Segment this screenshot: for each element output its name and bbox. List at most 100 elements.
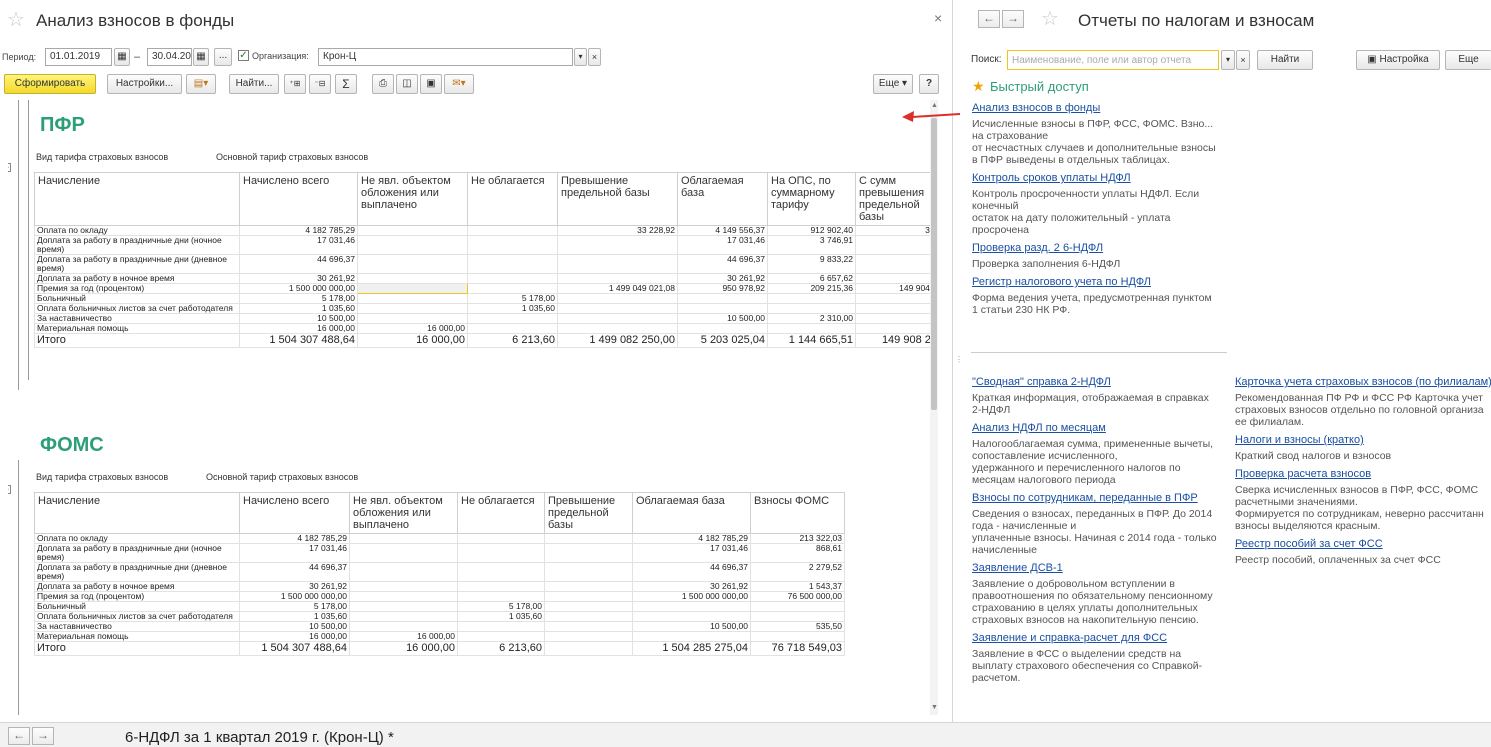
value-cell[interactable]: 4 182 785,29 <box>632 533 751 544</box>
value-cell[interactable] <box>557 313 678 324</box>
row-label-cell[interactable]: Доплата за работу в праздничные дни (ноч… <box>34 543 240 563</box>
value-cell[interactable] <box>544 591 633 602</box>
table-row[interactable]: Оплата по окладу 4 182 785,29 33 228,92 4 1… <box>34 225 930 236</box>
help-button[interactable]: ? <box>919 74 939 94</box>
table-row[interactable]: Доплата за работу в праздничные дни (ноч… <box>34 543 845 563</box>
value-cell[interactable]: 30 261,92 <box>239 273 358 284</box>
value-cell[interactable] <box>544 581 633 592</box>
table-row[interactable]: За наставничество 10 500,00 10 500,00 535,5… <box>34 621 845 632</box>
total-label-cell[interactable]: Итого <box>34 641 240 656</box>
total-value-cell[interactable]: 1 144 665,51 <box>767 333 856 348</box>
search-find-button[interactable]: Найти <box>1257 50 1313 70</box>
value-cell[interactable] <box>855 254 930 274</box>
value-cell[interactable] <box>750 611 845 622</box>
value-cell[interactable]: 912 902,40 <box>767 225 856 236</box>
row-label-cell[interactable]: Доплата за работу в ночное время <box>34 581 240 592</box>
value-cell[interactable]: 3 746,91 <box>767 235 856 255</box>
table-row[interactable]: Доплата за работу в ночное время 30 261,9… <box>34 273 930 284</box>
column-header[interactable]: Начисление <box>34 172 240 226</box>
report-link[interactable]: Заявление ДСВ-1 <box>972 562 1063 574</box>
value-cell[interactable]: 149 904 9 <box>855 283 930 294</box>
value-cell[interactable] <box>767 323 856 334</box>
period-select-button[interactable]: ... <box>214 48 232 66</box>
preview-button[interactable]: ◫ <box>396 74 418 94</box>
bottom-forward-button[interactable]: → <box>32 727 54 745</box>
report-link[interactable]: Проверка расчета взносов <box>1235 468 1371 480</box>
value-cell[interactable] <box>357 254 468 274</box>
value-cell[interactable]: 10 500,00 <box>239 313 358 324</box>
date-to-input[interactable]: 30.04.2019 <box>147 48 192 66</box>
table-row[interactable]: Больничный 5 178,00 5 178,00 <box>34 601 845 612</box>
value-cell[interactable]: 33 228,92 <box>557 225 678 236</box>
row-label-cell[interactable]: Доплата за работу в ночное время <box>34 273 240 284</box>
value-cell[interactable] <box>544 562 633 582</box>
value-cell[interactable] <box>349 562 458 582</box>
value-cell[interactable]: 2 279,52 <box>750 562 845 582</box>
row-label-cell[interactable]: Оплата по окладу <box>34 225 240 236</box>
favorite-star-icon[interactable]: ☆ <box>7 10 25 30</box>
value-cell[interactable] <box>357 283 468 294</box>
value-cell[interactable]: 44 696,37 <box>239 254 358 274</box>
value-cell[interactable]: 6 657,62 <box>767 273 856 284</box>
table-row[interactable]: Премия за год (процентом) 1 500 000 000,0… <box>34 591 845 602</box>
column-header[interactable]: Не облагается <box>457 492 545 534</box>
value-cell[interactable] <box>557 293 678 304</box>
value-cell[interactable]: 16 000,00 <box>239 323 358 334</box>
calendar-to-button[interactable]: ▦ <box>193 48 209 66</box>
value-cell[interactable] <box>632 631 751 642</box>
panel-settings-button[interactable]: ▣ Настройка <box>1356 50 1440 70</box>
column-header[interactable]: Начисление <box>34 492 240 534</box>
row-label-cell[interactable]: Доплата за работу в праздничные дни (ноч… <box>34 235 240 255</box>
collapse-group-icon[interactable]: − <box>8 485 11 494</box>
column-header[interactable]: Начислено всего <box>239 172 358 226</box>
value-cell[interactable] <box>467 323 558 334</box>
value-cell[interactable]: 1 500 000 000,00 <box>632 591 751 602</box>
value-cell[interactable]: 2 310,00 <box>767 313 856 324</box>
total-value-cell[interactable]: 1 504 307 488,64 <box>239 641 350 656</box>
column-header[interactable]: На ОПС, по суммарному тарифу <box>767 172 856 226</box>
total-value-cell[interactable]: 6 213,60 <box>467 333 558 348</box>
report-scrollbar[interactable]: ▲ ▼ <box>930 100 938 715</box>
value-cell[interactable]: 17 031,46 <box>239 235 358 255</box>
value-cell[interactable]: 10 500,00 <box>677 313 768 324</box>
value-cell[interactable] <box>457 631 545 642</box>
value-cell[interactable]: 76 500 000,00 <box>750 591 845 602</box>
value-cell[interactable] <box>349 621 458 632</box>
forward-button[interactable]: → <box>1002 10 1024 28</box>
value-cell[interactable] <box>357 313 468 324</box>
find-button[interactable]: Найти... <box>229 74 279 94</box>
report-link[interactable]: Налоги и взносы (кратко) <box>1235 434 1364 446</box>
column-header[interactable]: Не облагается <box>467 172 558 226</box>
value-cell[interactable] <box>357 273 468 284</box>
favorite-star-icon[interactable]: ☆ <box>1041 9 1059 29</box>
value-cell[interactable]: 213 322,03 <box>750 533 845 544</box>
report-link[interactable]: Заявление и справка-расчет для ФСС <box>972 632 1167 644</box>
value-cell[interactable]: 5 178,00 <box>457 601 545 612</box>
value-cell[interactable]: 5 178,00 <box>239 293 358 304</box>
row-label-cell[interactable]: Материальная помощь <box>34 323 240 334</box>
value-cell[interactable]: 950 978,92 <box>677 283 768 294</box>
value-cell[interactable] <box>349 533 458 544</box>
value-cell[interactable] <box>467 225 558 236</box>
collapse-group-icon[interactable]: − <box>8 163 11 172</box>
value-cell[interactable] <box>467 254 558 274</box>
row-label-cell[interactable]: За наставничество <box>34 313 240 324</box>
table-row[interactable]: За наставничество 10 500,00 10 500,00 2 310… <box>34 313 930 324</box>
value-cell[interactable] <box>457 533 545 544</box>
value-cell[interactable]: 4 149 556,37 <box>677 225 768 236</box>
value-cell[interactable]: 1 035,60 <box>467 303 558 314</box>
print-button[interactable]: ⎙ <box>372 74 394 94</box>
open-document-title[interactable]: 6-НДФЛ за 1 квартал 2019 г. (Крон-Ц) * <box>125 729 394 746</box>
generate-button[interactable]: Сформировать <box>4 74 96 94</box>
value-cell[interactable] <box>544 631 633 642</box>
column-header[interactable]: Превышение предельной базы <box>544 492 633 534</box>
table-row[interactable]: Доплата за работу в ночное время 30 261,9… <box>34 581 845 592</box>
panel-more-button[interactable]: Еще <box>1445 50 1491 70</box>
total-value-cell[interactable]: 76 718 549,03 <box>750 641 845 656</box>
sum-button[interactable]: Σ <box>335 74 357 94</box>
value-cell[interactable]: 16 000,00 <box>357 323 468 334</box>
value-cell[interactable] <box>357 293 468 304</box>
value-cell[interactable] <box>855 273 930 284</box>
value-cell[interactable] <box>855 293 930 304</box>
total-row[interactable]: Итого 1 504 307 488,64 16 000,00 6 213,60 1 … <box>34 333 930 348</box>
